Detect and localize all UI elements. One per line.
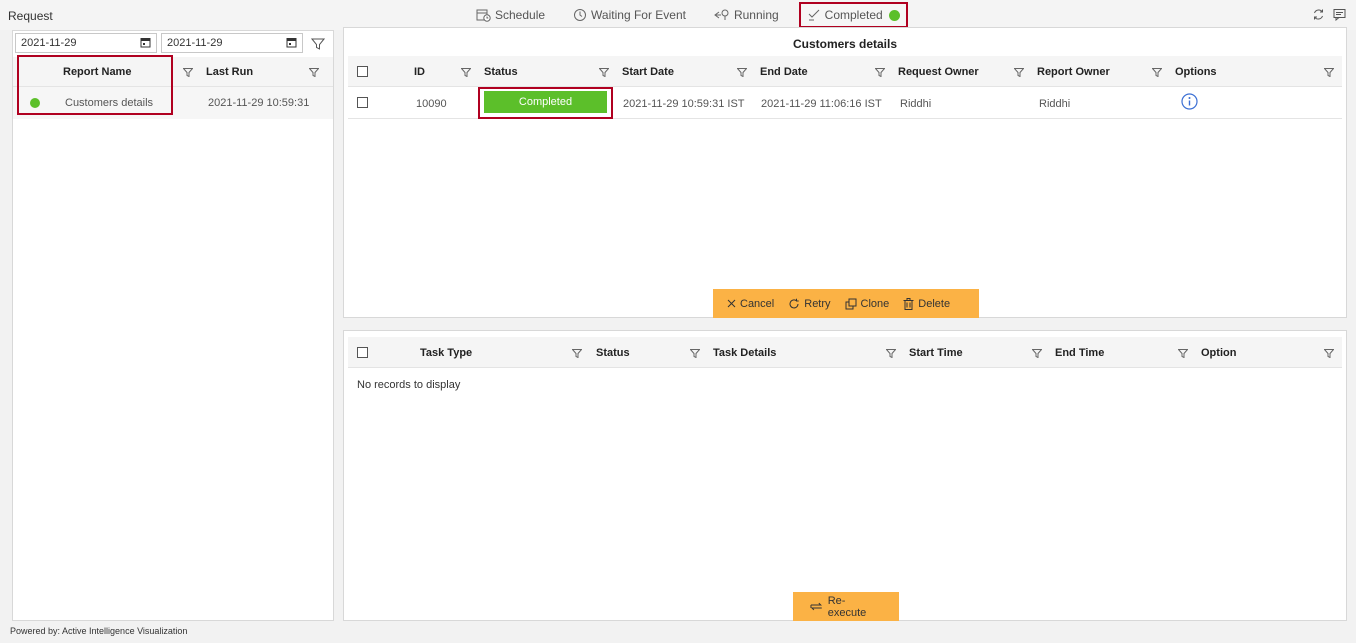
col-task-details: Task Details (713, 347, 777, 359)
clone-button[interactable]: Clone (845, 297, 890, 310)
cancel-button[interactable]: Cancel (727, 298, 774, 310)
calendar-icon[interactable] (140, 37, 151, 48)
tab-completed[interactable]: Completed (798, 2, 908, 28)
check-icon (808, 9, 820, 21)
filter-icon[interactable] (1152, 68, 1162, 77)
row-checkbox[interactable] (357, 97, 368, 108)
col-report-owner: Report Owner (1037, 66, 1110, 78)
retry-button[interactable]: Retry (788, 297, 831, 310)
calendar-icon[interactable] (286, 37, 297, 48)
col-status: Status (484, 66, 518, 78)
filter-icon[interactable] (183, 68, 193, 77)
col-task-status: Status (596, 347, 630, 359)
timer-icon (574, 9, 587, 21)
tab-running[interactable]: Running (706, 2, 787, 28)
reexecute-button[interactable]: Re-execute (793, 592, 899, 621)
reexecute-label: Re-execute (827, 594, 867, 619)
requests-panel: Customers details ID Status Start Date E… (343, 27, 1347, 318)
close-icon (727, 299, 736, 308)
date-filter-icon[interactable] (311, 38, 325, 50)
refresh-icon[interactable] (1312, 8, 1325, 21)
tab-running-label: Running (733, 8, 779, 22)
status-tabs: Schedule Waiting For Event Running Compl… (468, 2, 908, 28)
filter-icon[interactable] (886, 349, 896, 358)
filter-icon[interactable] (1324, 349, 1334, 358)
col-task-option: Option (1201, 347, 1237, 359)
tab-schedule-label: Schedule (495, 8, 546, 22)
delete-button[interactable]: Delete (903, 297, 951, 310)
footer-text: Powered by: Active Intelligence Visualiz… (10, 626, 188, 636)
report-owner: Riddhi (1039, 98, 1071, 110)
requests-title: Customers details (792, 37, 898, 51)
select-all-tasks-checkbox[interactable] (357, 347, 368, 358)
filter-icon[interactable] (309, 68, 319, 77)
from-date-input[interactable]: 2021-11-29 (15, 33, 157, 53)
filter-icon[interactable] (737, 68, 747, 77)
clone-icon (845, 298, 857, 309)
filter-icon[interactable] (875, 68, 885, 77)
tasks-panel: Task Type Status Task Details Start Time… (343, 330, 1347, 621)
col-start-date: Start Date (622, 66, 674, 78)
filter-icon[interactable] (1178, 349, 1188, 358)
tab-waiting-for-event[interactable]: Waiting For Event (565, 2, 694, 28)
tasks-grid-header: Task Type Status Task Details Start Time… (348, 337, 1342, 368)
retry-label: Retry (804, 297, 831, 310)
no-records-message: No records to display (357, 379, 461, 391)
col-end-date: End Date (760, 66, 808, 78)
request-end-date: 2021-11-29 11:06:16 IST (761, 98, 882, 110)
delete-label: Delete (918, 297, 951, 310)
request-owner: Riddhi (900, 98, 932, 110)
report-last-run: 2021-11-29 10:59:31 (208, 97, 310, 109)
col-options: Options (1175, 66, 1217, 78)
request-actions: Cancel Retry Clone Delete (713, 289, 979, 318)
to-date-input[interactable]: 2021-11-29 (161, 33, 303, 53)
app-title: Request (8, 9, 53, 23)
calendar-clock-icon (476, 9, 491, 22)
col-task-type: Task Type (420, 347, 473, 359)
running-icon (714, 9, 729, 20)
top-right-icons (1312, 8, 1346, 21)
filter-icon[interactable] (599, 68, 609, 77)
filter-icon[interactable] (1324, 68, 1334, 77)
highlight-status (478, 87, 613, 119)
to-date-value: 2021-11-29 (167, 37, 223, 49)
request-start-date: 2021-11-29 10:59:31 IST (623, 98, 745, 110)
from-date-value: 2021-11-29 (21, 37, 77, 49)
col-task-end-time: End Time (1055, 347, 1105, 359)
filter-icon[interactable] (461, 68, 471, 77)
completed-indicator-dot (888, 9, 900, 21)
tab-waiting-label: Waiting For Event (591, 8, 686, 22)
comment-icon[interactable] (1333, 8, 1346, 21)
reexecute-action: Re-execute (809, 595, 883, 619)
reexecute-icon (810, 602, 822, 611)
request-id: 10090 (416, 98, 447, 110)
filter-icon[interactable] (690, 349, 700, 358)
filter-icon[interactable] (1032, 349, 1042, 358)
select-all-checkbox[interactable] (357, 66, 368, 77)
tab-completed-label: Completed (824, 8, 883, 22)
retry-icon (789, 298, 799, 308)
col-last-run: Last Run (206, 66, 254, 78)
highlight-report-name (17, 55, 173, 115)
filter-icon[interactable] (1014, 68, 1024, 77)
col-request-owner: Request Owner (898, 66, 979, 78)
clone-label: Clone (860, 297, 890, 310)
top-bar: Request Schedule Waiting For Event Runni… (0, 0, 1356, 30)
tab-schedule[interactable]: Schedule (468, 2, 553, 28)
col-id: ID (414, 66, 425, 78)
requests-grid-header: ID Status Start Date End Date Request Ow… (348, 56, 1342, 87)
reports-panel: 2021-11-29 2021-11-29 Report Name Last R… (12, 30, 334, 621)
cancel-label: Cancel (740, 297, 775, 310)
info-icon[interactable] (1181, 93, 1198, 110)
col-task-start-time: Start Time (909, 347, 963, 359)
trash-icon (903, 297, 914, 310)
filter-icon[interactable] (572, 349, 582, 358)
